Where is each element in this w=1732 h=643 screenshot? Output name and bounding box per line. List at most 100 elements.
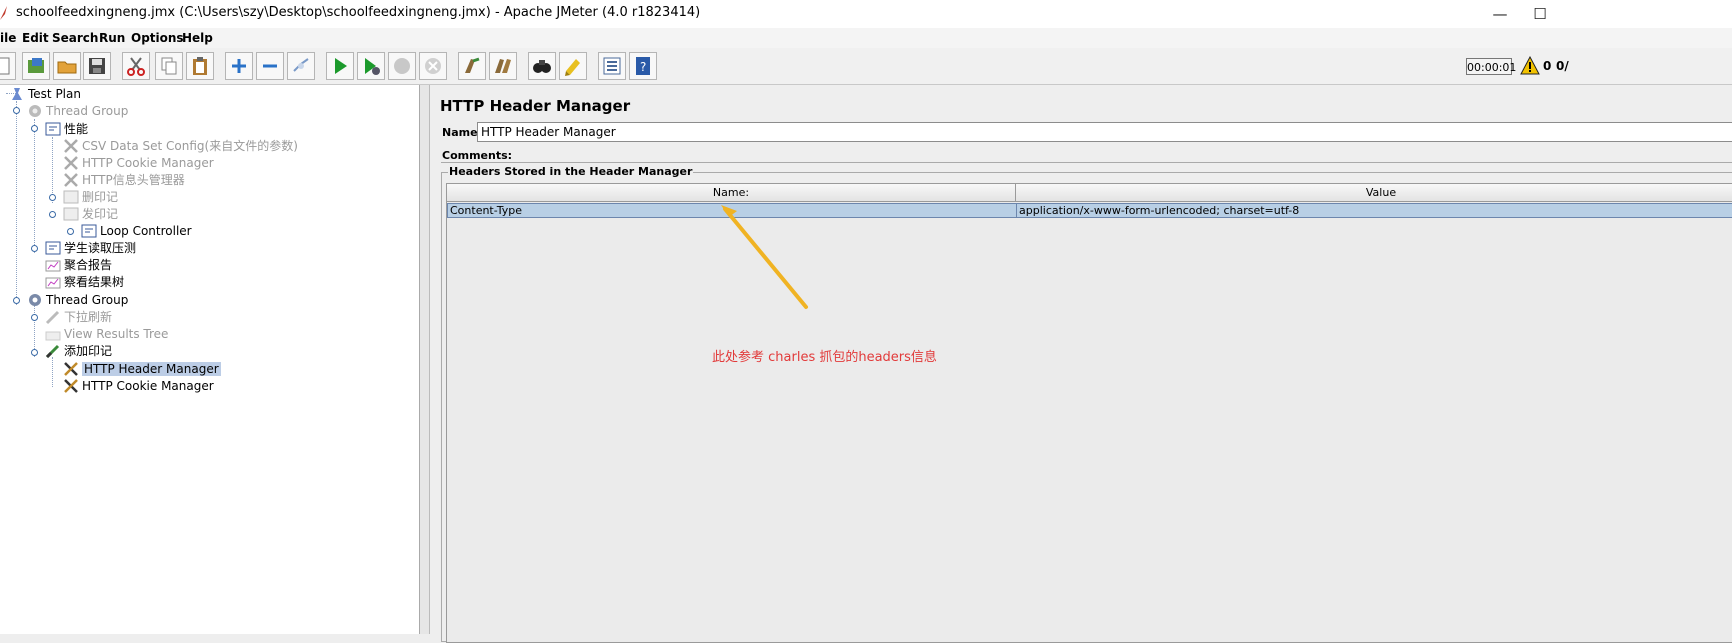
active-threads-count: 0/ xyxy=(1556,59,1569,73)
maximize-button[interactable]: ☐ xyxy=(1520,2,1560,26)
tree-node-label: HTTP Cookie Manager xyxy=(82,155,214,170)
tree-node-pull-refresh[interactable]: 下拉刷新 xyxy=(45,308,112,325)
help-icon[interactable]: ? xyxy=(629,52,657,80)
tree-node-label: HTTP Header Manager xyxy=(82,361,221,376)
controller-icon xyxy=(63,207,79,220)
comments-field[interactable] xyxy=(441,162,1732,163)
tree-node-label: Test Plan xyxy=(28,86,81,101)
tree-node-label: HTTP信息头管理器 xyxy=(82,173,185,187)
tree-node-label: 性能 xyxy=(64,122,89,136)
controller-icon xyxy=(45,122,61,135)
tree-node-send-mark[interactable]: 发印记 xyxy=(63,205,118,222)
menu-run[interactable]: Run xyxy=(99,31,125,45)
tree-node-label: 学生读取压测 xyxy=(64,241,137,255)
config-element-icon xyxy=(64,378,78,393)
reset-search-icon[interactable] xyxy=(559,52,587,80)
config-element-icon xyxy=(64,172,78,187)
elapsed-timer: 00:00:01 xyxy=(1466,58,1516,75)
stop-icon[interactable] xyxy=(388,52,416,80)
test-plan-icon xyxy=(12,87,22,100)
toggle-icon[interactable] xyxy=(287,52,315,80)
menu-search[interactable]: Search xyxy=(52,31,98,45)
tree-node-csv-config[interactable]: CSV Data Set Config(来自文件的参数) xyxy=(63,137,298,154)
search-icon[interactable] xyxy=(528,52,556,80)
tree-node-label: 发印记 xyxy=(82,207,119,221)
tree-node-view-results-tree-cn[interactable]: 察看结果树 xyxy=(45,273,124,290)
toolbar: ? 00:00:01 0 0/ xyxy=(0,48,1732,85)
tree-node-student-read-test[interactable]: 学生读取压测 xyxy=(45,239,136,256)
sampler-icon xyxy=(45,310,60,324)
name-field[interactable]: HTTP Header Manager xyxy=(477,122,1732,142)
tree-node-controller[interactable]: 性能 xyxy=(45,120,88,137)
annotation-arrow xyxy=(721,205,808,309)
tree-node-label: Thread Group xyxy=(46,292,129,307)
menu-help[interactable]: Help xyxy=(182,31,213,45)
tree-node-label: 察看结果树 xyxy=(64,275,125,289)
listener-icon xyxy=(45,331,61,340)
column-header-value[interactable]: Value xyxy=(1016,184,1732,202)
menu-options[interactable]: Options xyxy=(131,31,184,45)
templates-icon[interactable] xyxy=(22,52,50,80)
header-value-cell[interactable]: application/x-www-form-urlencoded; chars… xyxy=(1017,204,1299,217)
start-icon[interactable] xyxy=(326,52,354,80)
annotation-note: 此处参考 charles 抓包的headers信息 xyxy=(712,350,937,365)
jmeter-feather-icon xyxy=(0,6,7,20)
config-element-icon xyxy=(64,361,78,376)
tree-node-label: 删印记 xyxy=(82,190,119,204)
tree-node-label: Loop Controller xyxy=(100,223,192,238)
tree-node-label: Thread Group xyxy=(46,103,129,118)
controller-icon xyxy=(81,224,97,237)
copy-icon[interactable] xyxy=(155,52,183,80)
clear-all-icon[interactable] xyxy=(489,52,517,80)
tree-node-http-cookie-manager[interactable]: HTTP Cookie Manager xyxy=(63,377,214,394)
tree-node-view-results-tree[interactable]: View Results Tree xyxy=(45,325,168,342)
new-icon[interactable] xyxy=(0,52,16,80)
shutdown-icon[interactable] xyxy=(419,52,447,80)
thread-group-icon xyxy=(29,104,41,117)
name-label: Name: xyxy=(442,126,482,139)
sampler-icon xyxy=(45,344,60,358)
svg-text:?: ? xyxy=(640,60,646,74)
headers-table: Name: Value Content-Type application/x-w… xyxy=(446,183,1732,643)
tree-node-label: 添加印记 xyxy=(64,344,113,358)
test-plan-tree: Test Plan Thread Group 性能 CSV Data Set C… xyxy=(0,85,420,634)
listener-icon xyxy=(45,277,61,288)
tree-node-cookie-manager-disabled[interactable]: HTTP Cookie Manager xyxy=(63,154,214,171)
tree-node-header-manager-disabled[interactable]: HTTP信息头管理器 xyxy=(63,171,185,188)
tree-node-label: View Results Tree xyxy=(64,326,169,341)
clear-icon[interactable] xyxy=(458,52,486,80)
save-icon[interactable] xyxy=(83,52,111,80)
minimize-button[interactable]: — xyxy=(1480,2,1520,26)
collapse-all-icon[interactable] xyxy=(256,52,284,80)
paste-icon[interactable] xyxy=(186,52,214,80)
warning-icon[interactable] xyxy=(1520,56,1540,76)
tree-node-aggregate-report[interactable]: 聚合报告 xyxy=(45,256,112,273)
tree-node-add-mark[interactable]: 添加印记 xyxy=(45,342,112,359)
expand-all-icon[interactable] xyxy=(225,52,253,80)
tree-node-thread-group-disabled[interactable]: Thread Group xyxy=(27,102,128,119)
headers-legend: Headers Stored in the Header Manager xyxy=(448,165,694,178)
controller-icon xyxy=(45,241,61,254)
tree-node-label: 下拉刷新 xyxy=(64,310,113,324)
thread-group-icon xyxy=(29,293,41,306)
menu-bar: ile Edit Search Run Options Help xyxy=(0,28,1732,48)
title-bar: schoolfeedxingneng.jmx (C:\Users\szy\Des… xyxy=(0,0,1732,28)
cut-icon[interactable] xyxy=(122,52,150,80)
function-helper-icon[interactable] xyxy=(598,52,626,80)
tree-node-loop-controller[interactable]: Loop Controller xyxy=(81,222,192,239)
menu-file[interactable]: ile xyxy=(0,31,16,45)
open-icon[interactable] xyxy=(53,52,81,80)
config-element-icon xyxy=(64,138,78,153)
tree-node-http-header-manager[interactable]: HTTP Header Manager xyxy=(63,360,221,377)
panel-title: HTTP Header Manager xyxy=(440,97,631,115)
tree-node-test-plan[interactable]: Test Plan xyxy=(9,85,81,102)
controller-icon xyxy=(63,190,79,203)
tree-node-label: CSV Data Set Config(来自文件的参数) xyxy=(82,139,298,153)
tree-node-thread-group[interactable]: Thread Group xyxy=(27,291,128,308)
listener-icon xyxy=(45,260,61,271)
start-no-pause-icon[interactable] xyxy=(357,52,385,80)
menu-edit[interactable]: Edit xyxy=(22,31,49,45)
tree-node-delete-mark[interactable]: 删印记 xyxy=(63,188,118,205)
table-row[interactable]: Content-Type application/x-www-form-urle… xyxy=(447,203,1732,218)
split-pane-divider[interactable] xyxy=(420,85,430,634)
